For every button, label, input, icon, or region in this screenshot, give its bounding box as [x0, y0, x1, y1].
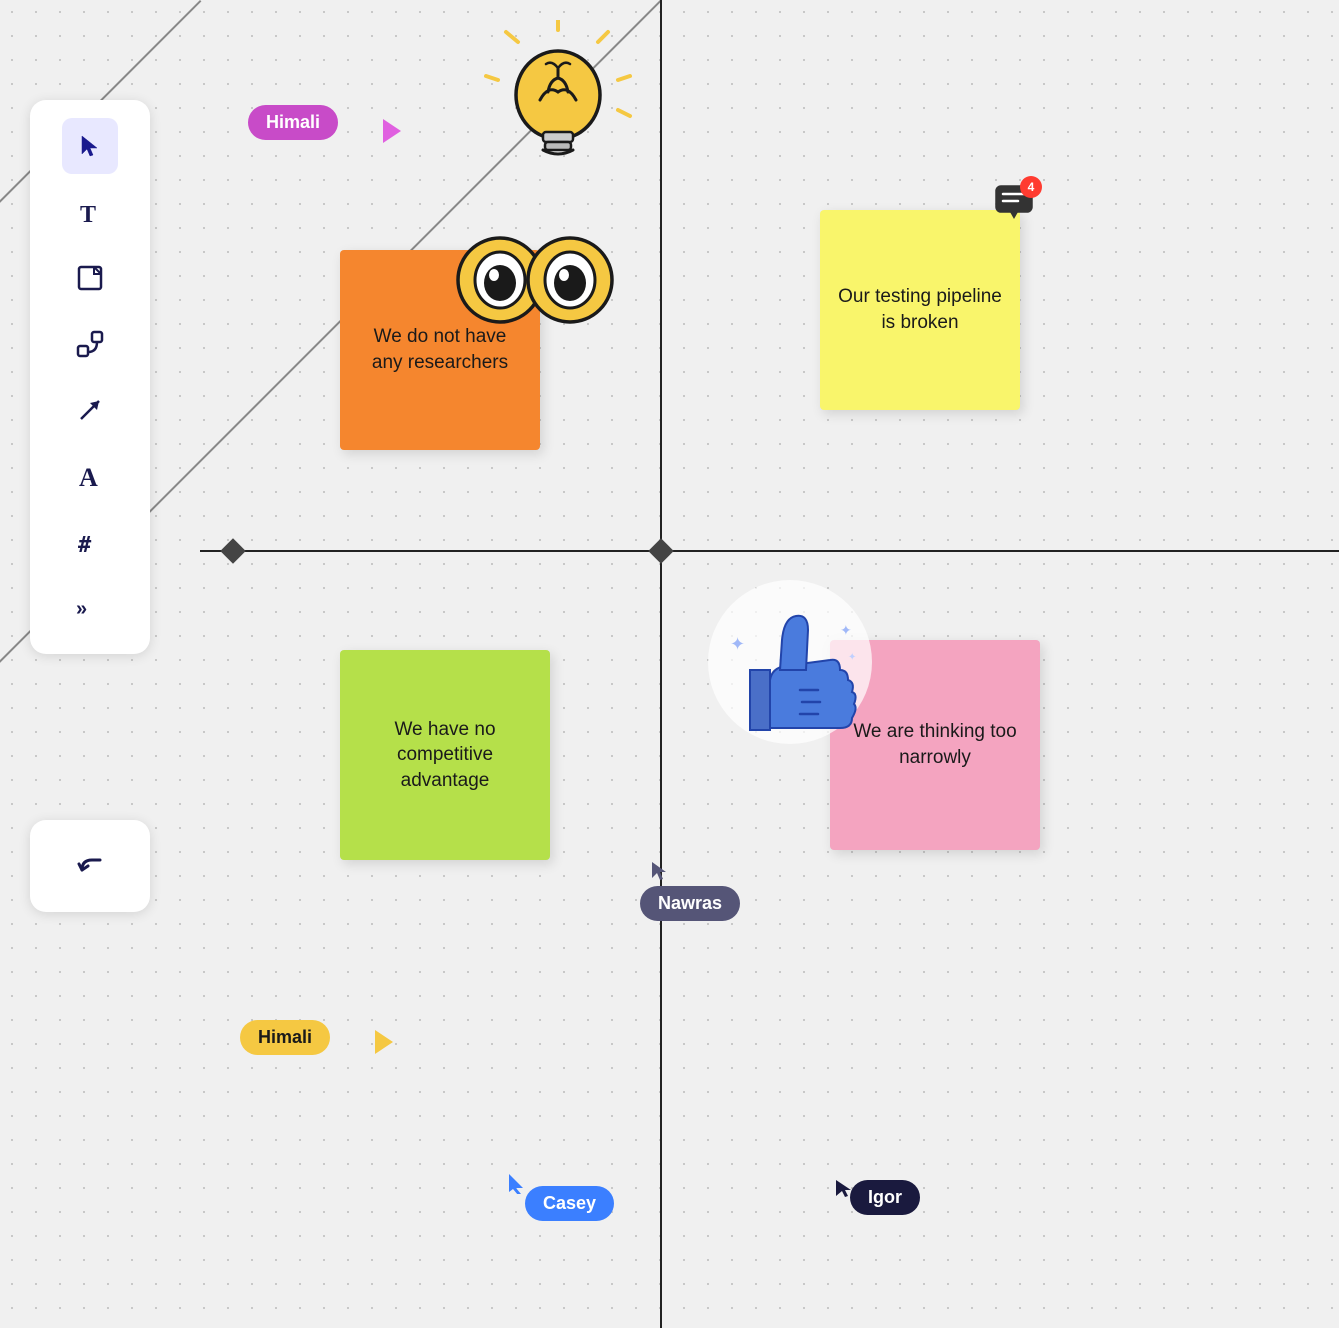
sticky-note-tool[interactable] — [62, 250, 118, 306]
svg-text:✦: ✦ — [840, 622, 852, 638]
more-tools[interactable]: » — [62, 580, 118, 636]
user-himali-top: Himali — [248, 105, 338, 140]
user-igor: Igor — [850, 1180, 920, 1215]
himali-bottom-cursor — [375, 1030, 393, 1054]
svg-text:✦: ✦ — [848, 652, 856, 663]
font-tool[interactable]: A — [62, 448, 118, 504]
svg-text:✦: ✦ — [730, 634, 745, 654]
svg-text:A: A — [79, 463, 98, 490]
thumbsup-sticker: ✦ ✦ ✦ — [700, 570, 880, 750]
horizontal-axis — [200, 550, 1339, 552]
lightbulb-sticker — [478, 20, 638, 180]
undo-button[interactable] — [62, 838, 118, 894]
toolbar: T A # » — [30, 100, 150, 654]
sticky-yellow[interactable]: 4 Our testing pipeline is broken — [820, 210, 1020, 410]
canvas-background — [0, 0, 1339, 1328]
connect-tool[interactable] — [62, 316, 118, 372]
svg-text:»: » — [76, 599, 87, 617]
user-casey: Casey — [525, 1186, 614, 1221]
user-himali-bottom: Himali — [240, 1020, 330, 1055]
svg-text:T: T — [80, 202, 96, 226]
arrow-tool[interactable] — [62, 382, 118, 438]
eyes-sticker — [450, 225, 620, 335]
svg-text:#: # — [78, 533, 92, 556]
text-tool[interactable]: T — [62, 184, 118, 240]
himali-top-cursor — [383, 119, 401, 143]
select-tool[interactable] — [62, 118, 118, 174]
user-nawras: Nawras — [640, 880, 740, 921]
sticky-green[interactable]: We have no competitive advantage — [340, 650, 550, 860]
comment-count: 4 — [1020, 176, 1042, 198]
undo-toolbar — [30, 820, 150, 912]
vertical-axis — [660, 0, 662, 1328]
frame-tool[interactable]: # — [62, 514, 118, 570]
